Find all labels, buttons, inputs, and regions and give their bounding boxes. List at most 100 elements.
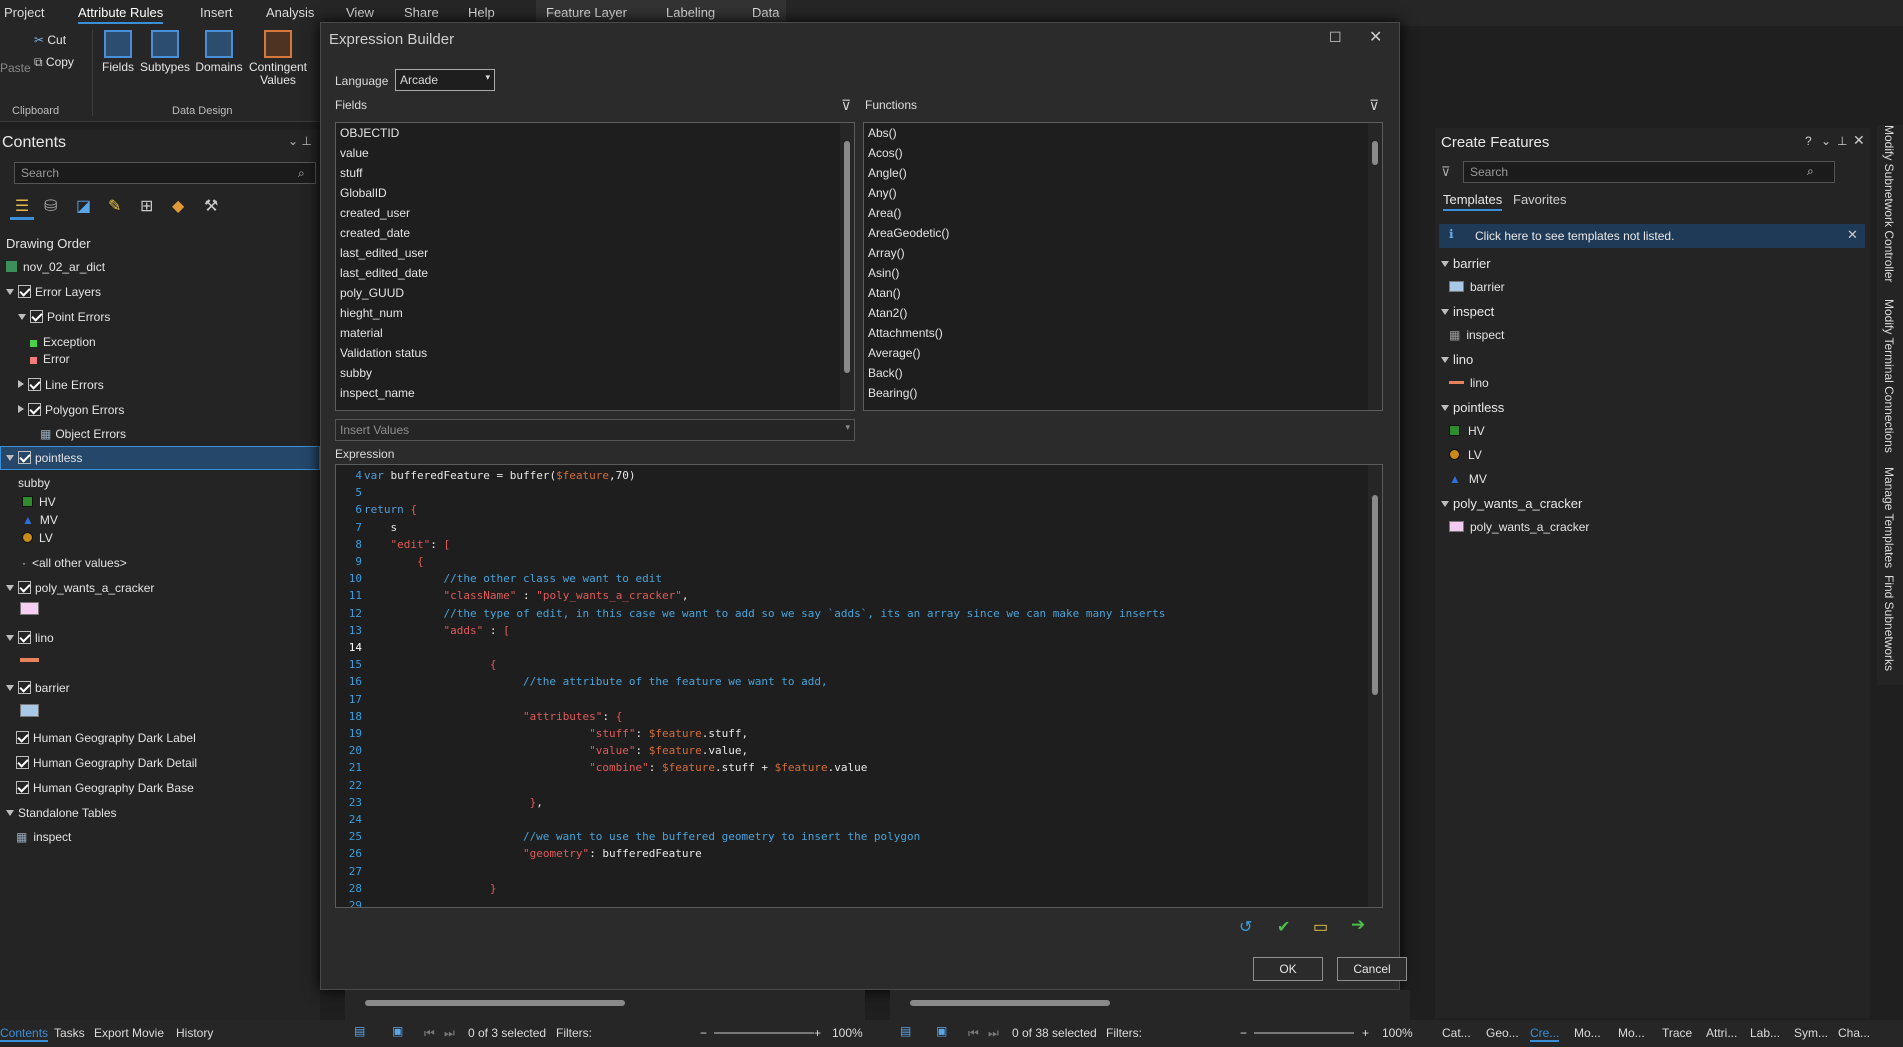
field-item[interactable]: material [340,326,383,340]
subtypes-button[interactable]: Subtypes [140,30,190,74]
expression-editor[interactable]: 4 var bufferedFeature = buffer($feature,7… [335,464,1383,908]
right-pane-tab[interactable]: Cha... [1838,1026,1870,1040]
field-item[interactable]: created_date [340,226,410,240]
layer-polygon-errors[interactable]: Polygon Errors [18,403,124,417]
functions-filter-icon[interactable]: ⊽ [1369,97,1379,114]
code-line[interactable]: 20 "value": $feature.value, [336,742,748,759]
right-pane-tab[interactable]: Cre... [1530,1026,1560,1042]
table2-zoom[interactable]: 100% [1382,1026,1413,1040]
layer-hg-base[interactable]: Human Geography Dark Base [16,781,194,795]
code-line[interactable]: 9 { [336,553,423,570]
template-group-header[interactable]: barrier [1441,256,1491,271]
field-item[interactable]: last_edited_date [340,266,428,280]
pane-options-icon[interactable]: ⌄ ⊥ [288,134,312,148]
tab-favorites[interactable]: Favorites [1513,192,1566,207]
tab-tasks[interactable]: Tasks [54,1026,85,1040]
filter-icon[interactable]: ⊽ [1441,164,1451,180]
export-arrow-icon[interactable]: ➔ [1351,915,1365,935]
side-tab-manage-templates[interactable]: Manage Templates [1882,467,1896,568]
function-item[interactable]: Bearing() [868,386,917,400]
right-pane-tab[interactable]: Trace [1662,1026,1692,1040]
expand-icon[interactable] [6,585,14,591]
cancel-button[interactable]: Cancel [1337,957,1407,981]
language-select[interactable]: Arcade ▾ [395,69,495,91]
function-item[interactable]: Angle() [868,166,907,180]
layer-line-errors[interactable]: Line Errors [18,378,104,392]
last-record-icon[interactable]: ⏭ [988,1026,999,1041]
verify-icon[interactable]: ✔ [1277,917,1290,937]
code-line[interactable]: 10 //the other class we want to edit [336,570,662,587]
code-line[interactable]: 11 "className" : "poly_wants_a_cracker", [336,587,689,604]
show-selected-records-icon[interactable]: ▣ [936,1024,947,1038]
zoom-in-icon[interactable]: + [1362,1026,1369,1040]
table1-zoom-slider[interactable] [714,1032,814,1034]
field-item[interactable]: Validation status [340,346,427,360]
side-tab-modify-terminal[interactable]: Modify Terminal Connections [1882,299,1896,453]
layer-barrier[interactable]: barrier [6,681,70,695]
copy-button[interactable]: ⧉ Copy [34,56,74,69]
field-item[interactable]: value [340,146,369,160]
template-item[interactable]: barrier [1449,280,1505,294]
tab-templates[interactable]: Templates [1443,192,1503,211]
scroll-thumb[interactable] [844,141,850,373]
expand-icon[interactable] [6,810,14,816]
zoom-out-icon[interactable]: − [700,1026,707,1040]
info-banner[interactable]: ℹ Click here to see templates not listed… [1439,224,1865,248]
table2-zoom-slider[interactable] [1254,1032,1354,1034]
last-record-icon[interactable]: ⏭ [444,1026,455,1041]
right-pane-tab[interactable]: Mo... [1618,1026,1645,1040]
expression-scrollbar[interactable] [1368,465,1382,907]
first-record-icon[interactable]: ⏮ [968,1026,979,1041]
code-line[interactable]: 21 "combine": $feature.stuff + $feature.… [336,759,868,776]
list-by-drawing-order-icon[interactable]: ☰ [10,196,34,220]
template-item[interactable]: ▦ inspect [1449,328,1504,342]
expand-icon[interactable] [18,380,24,388]
visibility-checkbox[interactable] [30,310,43,323]
template-group-header[interactable]: poly_wants_a_cracker [1441,496,1582,511]
fields-button[interactable]: Fields [100,30,136,74]
template-item[interactable]: ▲ MV [1449,472,1487,486]
expand-icon[interactable] [6,685,14,691]
tab-history[interactable]: History [176,1026,213,1040]
code-line[interactable]: 29 [336,897,364,907]
right-pane-tab[interactable]: Geo... [1486,1026,1519,1040]
list-by-source-icon[interactable]: ⛁ [44,196,57,216]
functions-scrollbar[interactable] [1368,123,1382,410]
visibility-checkbox[interactable] [18,581,31,594]
layer-point-errors[interactable]: Point Errors [18,310,110,324]
maximize-icon[interactable]: ☐ [1329,29,1342,46]
undo-icon[interactable]: ↺ [1239,917,1252,937]
function-item[interactable]: Attachments() [868,326,943,340]
function-item[interactable]: Atan2() [868,306,907,320]
list-by-editing-icon[interactable]: ✎ [108,196,121,216]
table1-zoom[interactable]: 100% [832,1026,863,1040]
open-folder-icon[interactable]: ▭ [1313,917,1328,937]
scroll-thumb[interactable] [910,1000,1110,1006]
code-line[interactable]: 4 var bufferedFeature = buffer($feature,7… [336,467,635,484]
close-icon[interactable]: ✕ [1853,132,1865,149]
function-item[interactable]: Asin() [868,266,899,280]
tab-view[interactable]: View [346,5,374,20]
right-pane-tab[interactable]: Cat... [1442,1026,1471,1040]
template-group-header[interactable]: inspect [1441,304,1494,319]
code-line[interactable]: 17 [336,691,364,708]
tab-export-movie[interactable]: Export Movie [94,1026,164,1040]
scroll-thumb[interactable] [1372,495,1378,695]
zoom-out-icon[interactable]: − [1240,1026,1247,1040]
code-line[interactable]: 16 //the attribute of the feature we wan… [336,673,828,690]
show-all-records-icon[interactable]: ▤ [900,1024,911,1038]
scroll-thumb[interactable] [1372,141,1378,165]
visibility-checkbox[interactable] [16,781,29,794]
side-tab-modify-subnetwork[interactable]: Modify Subnetwork Controller [1882,125,1896,282]
code-line[interactable]: 23 }, [336,794,543,811]
expand-icon[interactable] [1441,501,1449,507]
close-icon[interactable]: ✕ [1847,227,1858,243]
visibility-checkbox[interactable] [16,756,29,769]
field-item[interactable]: poly_GUUD [340,286,404,300]
fields-scrollbar[interactable] [840,123,854,410]
zoom-in-icon[interactable]: + [814,1026,821,1040]
code-line[interactable]: 25 //we want to use the buffered geometr… [336,828,921,845]
search-icon[interactable]: ⌕ [298,166,305,181]
code-line[interactable]: 19 "stuff": $feature.stuff, [336,725,748,742]
scroll-thumb[interactable] [365,1000,625,1006]
